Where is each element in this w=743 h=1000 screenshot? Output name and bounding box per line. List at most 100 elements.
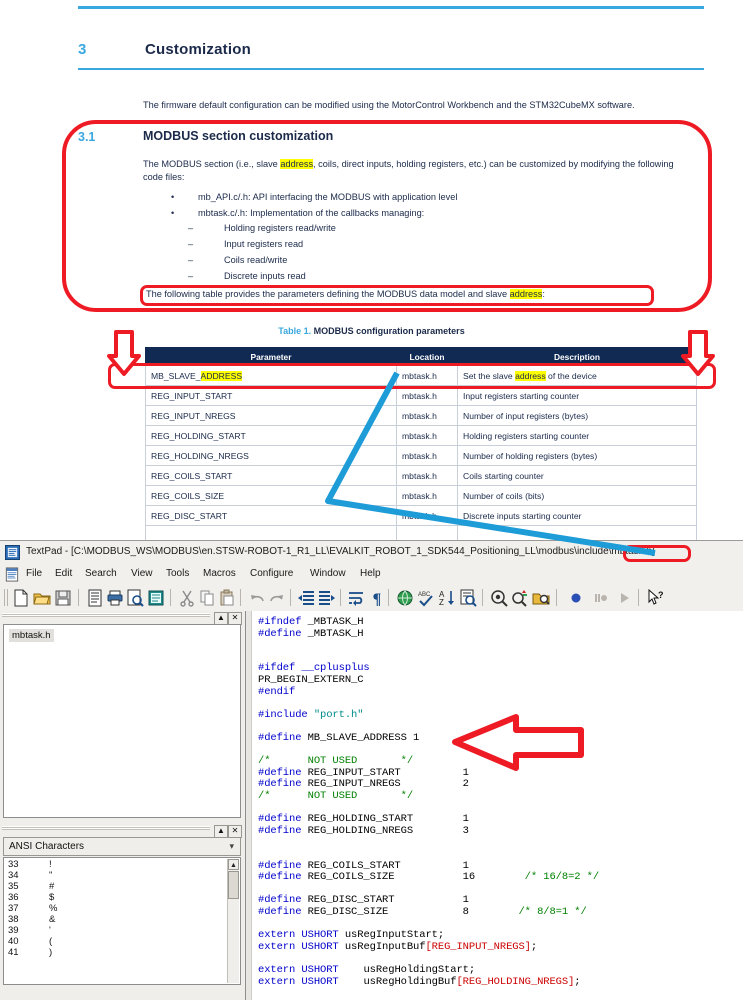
list-item[interactable]: 38 &: [4, 914, 224, 926]
section-number: 3: [78, 41, 87, 58]
menu-item-help[interactable]: Help: [360, 568, 381, 579]
new-file-icon[interactable]: [12, 589, 30, 607]
context-help-icon[interactable]: ?: [646, 589, 664, 607]
ansi-glyph: &: [49, 914, 56, 925]
document-properties-icon[interactable]: [147, 589, 165, 607]
ansi-glyph: #: [49, 881, 55, 892]
print-icon[interactable]: [106, 589, 124, 607]
menu-item-view[interactable]: View: [131, 568, 153, 579]
code-token: REG_COILS_START: [307, 859, 401, 872]
cell-description: Coils starting counter: [457, 465, 697, 486]
list-item[interactable]: 36 $: [4, 892, 224, 904]
code-token: /* 16/8=2 */: [524, 871, 600, 884]
cell-parameter: [145, 525, 397, 540]
list-item[interactable]: 33!: [4, 859, 224, 871]
code-token: PR_BEGIN_EXTERN_C: [258, 674, 364, 686]
list-item[interactable]: 41): [4, 947, 224, 959]
list-item[interactable]: 40 (: [4, 936, 224, 948]
ansi-character-list[interactable]: 33! 34 " 35 #36 $37% 38 & 39 ' 40(41) ▲: [3, 857, 241, 985]
spell-check-icon[interactable]: ABC: [417, 589, 435, 607]
ansi-glyph: (: [49, 936, 53, 947]
editor-gutter: [246, 611, 252, 1000]
menu-item-tools[interactable]: Tools: [166, 568, 189, 579]
clip-library-dropdown[interactable]: ANSI Characters ▾: [3, 837, 241, 856]
menu-item-configure[interactable]: Configure: [250, 568, 293, 579]
code-token: 8: [388, 906, 519, 918]
code-line: #include "port.h": [258, 708, 364, 722]
code-editor[interactable]: #ifndef _MBTASK_H #define _MBTASK_H #ifde…: [245, 611, 743, 1000]
code-token: REG_DISC_START: [307, 894, 395, 907]
list-item[interactable]: mbtask.h: [9, 629, 54, 642]
pane-drag-grip[interactable]: [2, 613, 210, 621]
word-wrap-icon[interactable]: [347, 589, 365, 607]
toolbar: ¶ ABC AZ ?: [0, 585, 743, 612]
copy-icon[interactable]: [198, 589, 216, 607]
list-item[interactable]: 39 ': [4, 925, 224, 937]
code-token: #define: [258, 859, 308, 872]
code-line: #define REG_COILS_SIZE 16 /* 16/8=2 */: [258, 871, 600, 884]
cell-location: [396, 525, 458, 540]
code-token: */: [400, 790, 414, 802]
page-setup-icon[interactable]: [86, 589, 104, 607]
menu-item-file[interactable]: File: [26, 568, 42, 579]
ansi-list-scrollbar[interactable]: ▲: [227, 859, 239, 983]
code-token: 1: [400, 859, 469, 872]
find-files-icon[interactable]: [532, 589, 550, 607]
find-next-icon[interactable]: [511, 589, 529, 607]
decrease-indent-icon[interactable]: [297, 589, 315, 607]
save-icon[interactable]: [54, 589, 72, 607]
increase-indent-icon[interactable]: [318, 589, 336, 607]
menu-item-window[interactable]: Window: [310, 568, 346, 579]
code-token: NOT USED: [270, 790, 401, 802]
chevron-down-icon[interactable]: ▾: [229, 841, 234, 852]
table-row: REG_DISC_START mbtask.h Discrete inputs st…: [145, 505, 697, 526]
code-token: /*: [258, 755, 271, 768]
document-selector-list[interactable]: mbtask.h: [3, 624, 241, 818]
redo-icon[interactable]: [268, 589, 286, 607]
code-token: ;: [574, 975, 581, 988]
paste-icon[interactable]: [218, 589, 236, 607]
code-token: 1: [394, 894, 469, 907]
list-item[interactable]: 34 ": [4, 870, 224, 882]
code-token: REG_HOLDING_START: [307, 813, 414, 826]
cell-parameter: REG_COILS_START: [145, 465, 397, 486]
table-row: REG_INPUT_NREGS mbtask.h Number of input r…: [145, 405, 697, 426]
cut-icon[interactable]: [178, 589, 196, 607]
menu-item-search[interactable]: Search: [85, 568, 117, 579]
ansi-code: 33: [8, 859, 19, 870]
cell-location: mbtask.h: [396, 445, 458, 466]
annotation-box-slave-address-row: [108, 363, 716, 389]
intro-paragraph: The firmware default configuration can b…: [143, 100, 635, 110]
web-browser-icon[interactable]: [396, 589, 414, 607]
menu-item-edit[interactable]: Edit: [55, 568, 72, 579]
pane-drag-grip[interactable]: [2, 826, 210, 834]
code-token: 16: [394, 871, 525, 884]
scroll-up-button[interactable]: ▲: [228, 859, 239, 870]
menu-item-macros[interactable]: Macros: [203, 568, 236, 579]
find-in-files-icon[interactable]: [459, 589, 477, 607]
scrollbar-thumb[interactable]: [228, 871, 239, 899]
show-paragraph-marks-icon[interactable]: ¶: [368, 589, 386, 607]
code-token: USHORT: [301, 940, 345, 953]
list-item[interactable]: 35 #: [4, 881, 224, 893]
code-token: ;: [530, 940, 538, 953]
record-macro-icon[interactable]: [567, 589, 585, 607]
code-token: #define: [258, 732, 308, 744]
svg-text:?: ?: [658, 590, 664, 600]
code-token: 1: [413, 813, 469, 826]
cell-parameter: REG_HOLDING_NREGS: [145, 445, 397, 466]
sort-icon[interactable]: AZ: [438, 589, 456, 607]
titlebar-text: TextPad - [C:\MODBUS_WS\MODBUS\en.STSW-R…: [26, 546, 655, 557]
svg-text:¶: ¶: [373, 591, 382, 607]
ansi-code: 39: [8, 925, 19, 936]
cell-location: mbtask.h: [396, 505, 458, 526]
list-item[interactable]: 37%: [4, 903, 224, 915]
code-token: "port.h": [313, 708, 364, 721]
find-icon[interactable]: [490, 589, 508, 607]
print-preview-icon[interactable]: [126, 589, 144, 607]
textpad-window: TextPad - [C:\MODBUS_WS\MODBUS\en.STSW-R…: [0, 540, 743, 1000]
cell-location: mbtask.h: [396, 485, 458, 506]
undo-icon[interactable]: [248, 589, 266, 607]
open-folder-icon[interactable]: [33, 589, 51, 607]
annotation-box-section-3-1: [62, 120, 712, 312]
